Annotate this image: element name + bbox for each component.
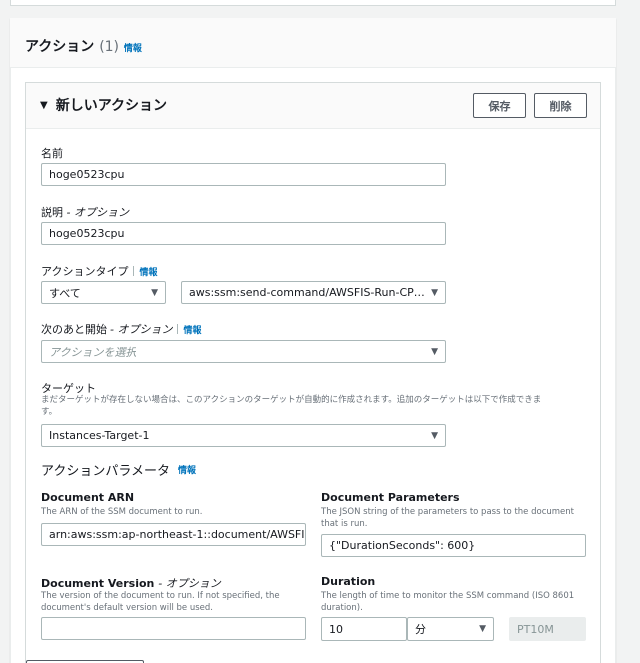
document-parameters-input[interactable]: {"DurationSeconds": 600} bbox=[321, 534, 586, 557]
description-optional: - オプション bbox=[66, 206, 129, 219]
caret-down-icon: ▼ bbox=[431, 430, 438, 441]
duration-desc-line2: duration). bbox=[321, 603, 363, 613]
actions-count: (1) bbox=[99, 39, 120, 55]
action-params-info-link[interactable]: 情報 bbox=[178, 463, 196, 476]
duration-value-input[interactable]: 10 bbox=[321, 617, 407, 641]
target-desc-line2: す。 bbox=[41, 407, 58, 417]
document-version-desc-line1: The version of the document to run. If n… bbox=[41, 591, 280, 601]
duration-iso-field: PT10M bbox=[509, 617, 586, 641]
action-type-label-text: アクションタイプ bbox=[41, 265, 129, 278]
actions-title-text: アクション bbox=[25, 39, 95, 55]
caret-down-icon: ▼ bbox=[431, 287, 438, 298]
description-label: 説明 - オプション bbox=[41, 204, 129, 220]
caret-down-icon: ▼ bbox=[431, 346, 438, 357]
action-params-title-text: アクションパラメータ bbox=[41, 464, 170, 479]
document-version-optional: - オプション bbox=[158, 577, 221, 590]
document-version-input[interactable] bbox=[41, 617, 306, 640]
document-arn-input[interactable]: arn:aws:ssm:ap-northeast-1::document/AWS… bbox=[41, 523, 306, 546]
target-description: まだターゲットが存在しない場合は、このアクションのターゲットが自動的に作成されま… bbox=[41, 394, 591, 418]
start-after-label-text: 次のあと開始 bbox=[41, 323, 107, 336]
action-type-info-link[interactable]: 情報 bbox=[139, 265, 157, 278]
description-input[interactable]: hoge0523cpu bbox=[41, 222, 446, 245]
action-collapse-toggle[interactable]: ▼ 新しいアクション bbox=[40, 95, 167, 115]
caret-down-icon: ▼ bbox=[40, 99, 48, 111]
caret-down-icon: ▼ bbox=[479, 624, 486, 634]
document-version-desc-line2: document's default version will be used. bbox=[41, 603, 214, 613]
divider bbox=[133, 266, 135, 276]
action-type-label: アクションタイプ 情報 bbox=[41, 263, 157, 279]
caret-down-icon: ▼ bbox=[151, 287, 158, 298]
divider bbox=[177, 324, 179, 334]
action-params-title: アクションパラメータ 情報 bbox=[41, 460, 196, 479]
document-parameters-desc-line2: that is run. bbox=[321, 519, 368, 529]
save-button[interactable]: 保存 bbox=[473, 93, 526, 118]
document-version-label-text: Document Version bbox=[41, 577, 155, 590]
start-after-placeholder: アクションを選択 bbox=[49, 345, 137, 359]
target-desc-line1: まだターゲットが存在しない場合は、このアクションのターゲットが自動的に作成されま… bbox=[41, 395, 542, 405]
start-after-info-link[interactable]: 情報 bbox=[183, 323, 201, 336]
duration-unit-select[interactable]: 分 ▼ bbox=[407, 617, 494, 641]
actions-panel-title: アクション (1) 情報 bbox=[25, 36, 142, 56]
document-arn-description: The ARN of the SSM document to run. bbox=[41, 507, 203, 517]
name-input[interactable]: hoge0523cpu bbox=[41, 163, 446, 186]
target-value: Instances-Target-1 bbox=[49, 429, 150, 442]
duration-label: Duration bbox=[321, 575, 376, 588]
previous-panel bbox=[10, 0, 616, 6]
name-label: 名前 bbox=[41, 147, 63, 160]
document-parameters-label: Document Parameters bbox=[321, 491, 460, 504]
action-type-select[interactable]: aws:ssm:send-command/AWSFIS-Run-CPU-St..… bbox=[181, 281, 446, 304]
action-type-value: aws:ssm:send-command/AWSFIS-Run-CPU-St..… bbox=[189, 286, 426, 299]
actions-info-link[interactable]: 情報 bbox=[124, 44, 142, 54]
start-after-optional: - オプション bbox=[110, 323, 173, 336]
document-arn-label: Document ARN bbox=[41, 491, 135, 504]
duration-description: The length of time to monitor the SSM co… bbox=[321, 590, 574, 614]
action-header-title: 新しいアクション bbox=[55, 98, 168, 114]
start-after-label: 次のあと開始 - オプション 情報 bbox=[41, 321, 201, 337]
document-parameters-description: The JSON string of the parameters to pas… bbox=[321, 506, 574, 530]
start-after-select[interactable]: アクションを選択 ▼ bbox=[41, 340, 446, 363]
document-version-label: Document Version - オプション bbox=[41, 575, 221, 591]
document-version-description: The version of the document to run. If n… bbox=[41, 590, 280, 614]
action-type-filter-select[interactable]: すべて ▼ bbox=[41, 281, 166, 304]
delete-button[interactable]: 削除 bbox=[534, 93, 587, 118]
document-parameters-desc-line1: The JSON string of the parameters to pas… bbox=[321, 507, 574, 517]
description-label-text: 説明 bbox=[41, 206, 63, 219]
duration-unit-value: 分 bbox=[415, 623, 426, 636]
target-select[interactable]: Instances-Target-1 ▼ bbox=[41, 424, 446, 447]
action-type-filter-value: すべて bbox=[49, 286, 81, 300]
duration-desc-line1: The length of time to monitor the SSM co… bbox=[321, 591, 575, 601]
